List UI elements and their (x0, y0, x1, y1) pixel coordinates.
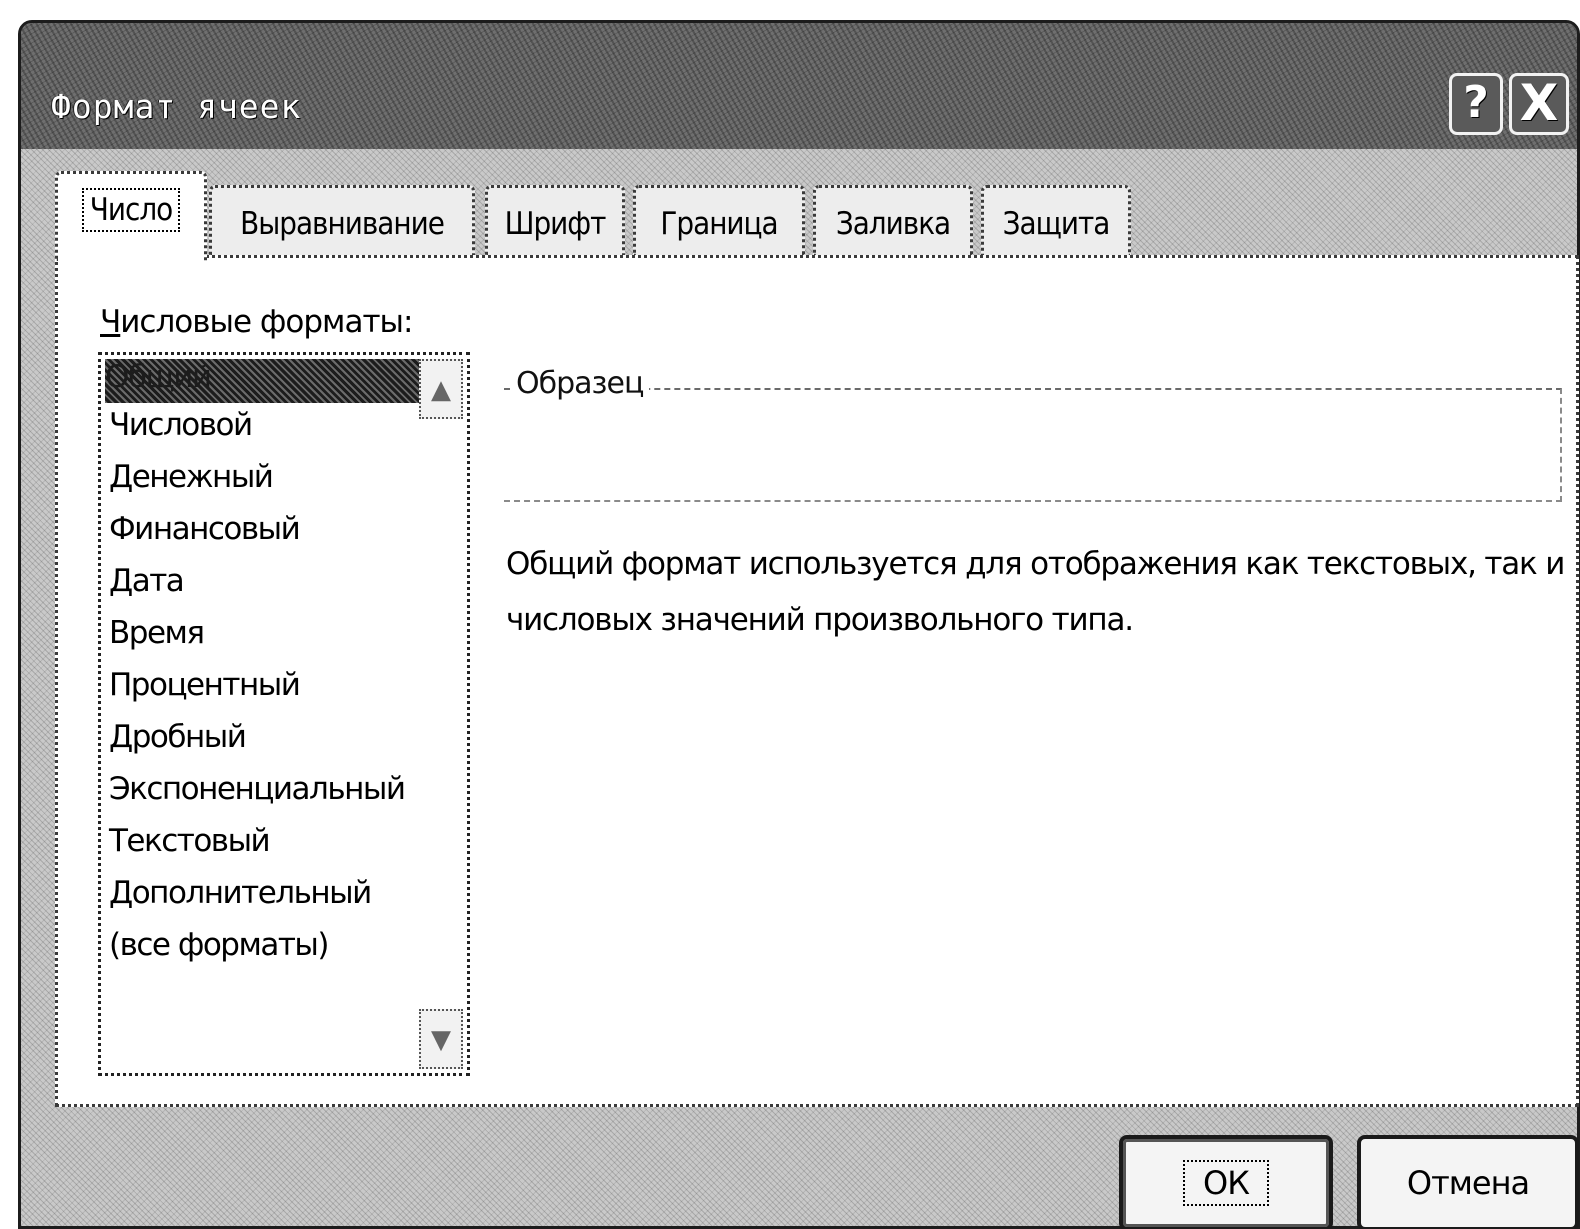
format-description: Общий формат используется для отображени… (506, 546, 1565, 638)
list-item-general[interactable]: Общий (105, 359, 421, 403)
help-button[interactable]: ? (1449, 73, 1503, 135)
format-cells-dialog: Формат ячеек ? X Число Выравнивание Шриф… (18, 20, 1580, 1229)
tab-number-label: Число (81, 188, 181, 232)
ok-button[interactable]: ОК (1119, 1135, 1333, 1229)
sample-group: Образец (504, 366, 1562, 502)
list-item-fraction[interactable]: Дробный (109, 719, 247, 755)
list-item-time[interactable]: Время (109, 615, 205, 651)
list-item-percentage[interactable]: Процентный (109, 667, 301, 703)
number-formats-label-accel: Ч (100, 304, 121, 340)
dialog-title: Формат ячеек (51, 87, 302, 126)
sample-label: Образец (510, 366, 650, 401)
tab-border[interactable]: Граница (633, 185, 805, 257)
tab-alignment[interactable]: Выравнивание (209, 185, 475, 257)
screen: Формат ячеек ? X Число Выравнивание Шриф… (0, 0, 1580, 1229)
list-item-scientific[interactable]: Экспоненциальный (109, 771, 406, 807)
title-bar[interactable]: Формат ячеек ? X (21, 23, 1577, 149)
ok-button-label: ОК (1183, 1160, 1269, 1206)
tab-panel-number: Числовые форматы: Общий Числовой Денежны… (55, 255, 1579, 1107)
tab-number[interactable]: Число (55, 171, 207, 261)
tab-protection[interactable]: Защита (981, 185, 1131, 257)
list-item-accounting[interactable]: Финансовый (109, 511, 301, 547)
number-formats-label-text: исловые форматы: (120, 304, 413, 340)
scroll-up-arrow-icon[interactable]: ▲ (419, 359, 463, 419)
list-item-custom[interactable]: (все форматы) (109, 927, 330, 963)
close-button[interactable]: X (1509, 73, 1569, 135)
list-item-currency[interactable]: Денежный (109, 459, 274, 495)
list-item-date[interactable]: Дата (109, 563, 185, 599)
tab-font[interactable]: Шрифт (485, 185, 625, 257)
list-item-text[interactable]: Текстовый (109, 823, 271, 859)
number-formats-label: Числовые форматы: (100, 304, 413, 340)
list-item-special[interactable]: Дополнительный (109, 875, 372, 911)
number-formats-list[interactable]: Общий Числовой Денежный Финансовый Дата … (98, 352, 470, 1076)
tab-fill[interactable]: Заливка (813, 185, 973, 257)
list-item-number[interactable]: Числовой (109, 407, 253, 443)
scroll-down-arrow-icon[interactable]: ▼ (419, 1009, 463, 1069)
cancel-button[interactable]: Отмена (1357, 1135, 1579, 1229)
